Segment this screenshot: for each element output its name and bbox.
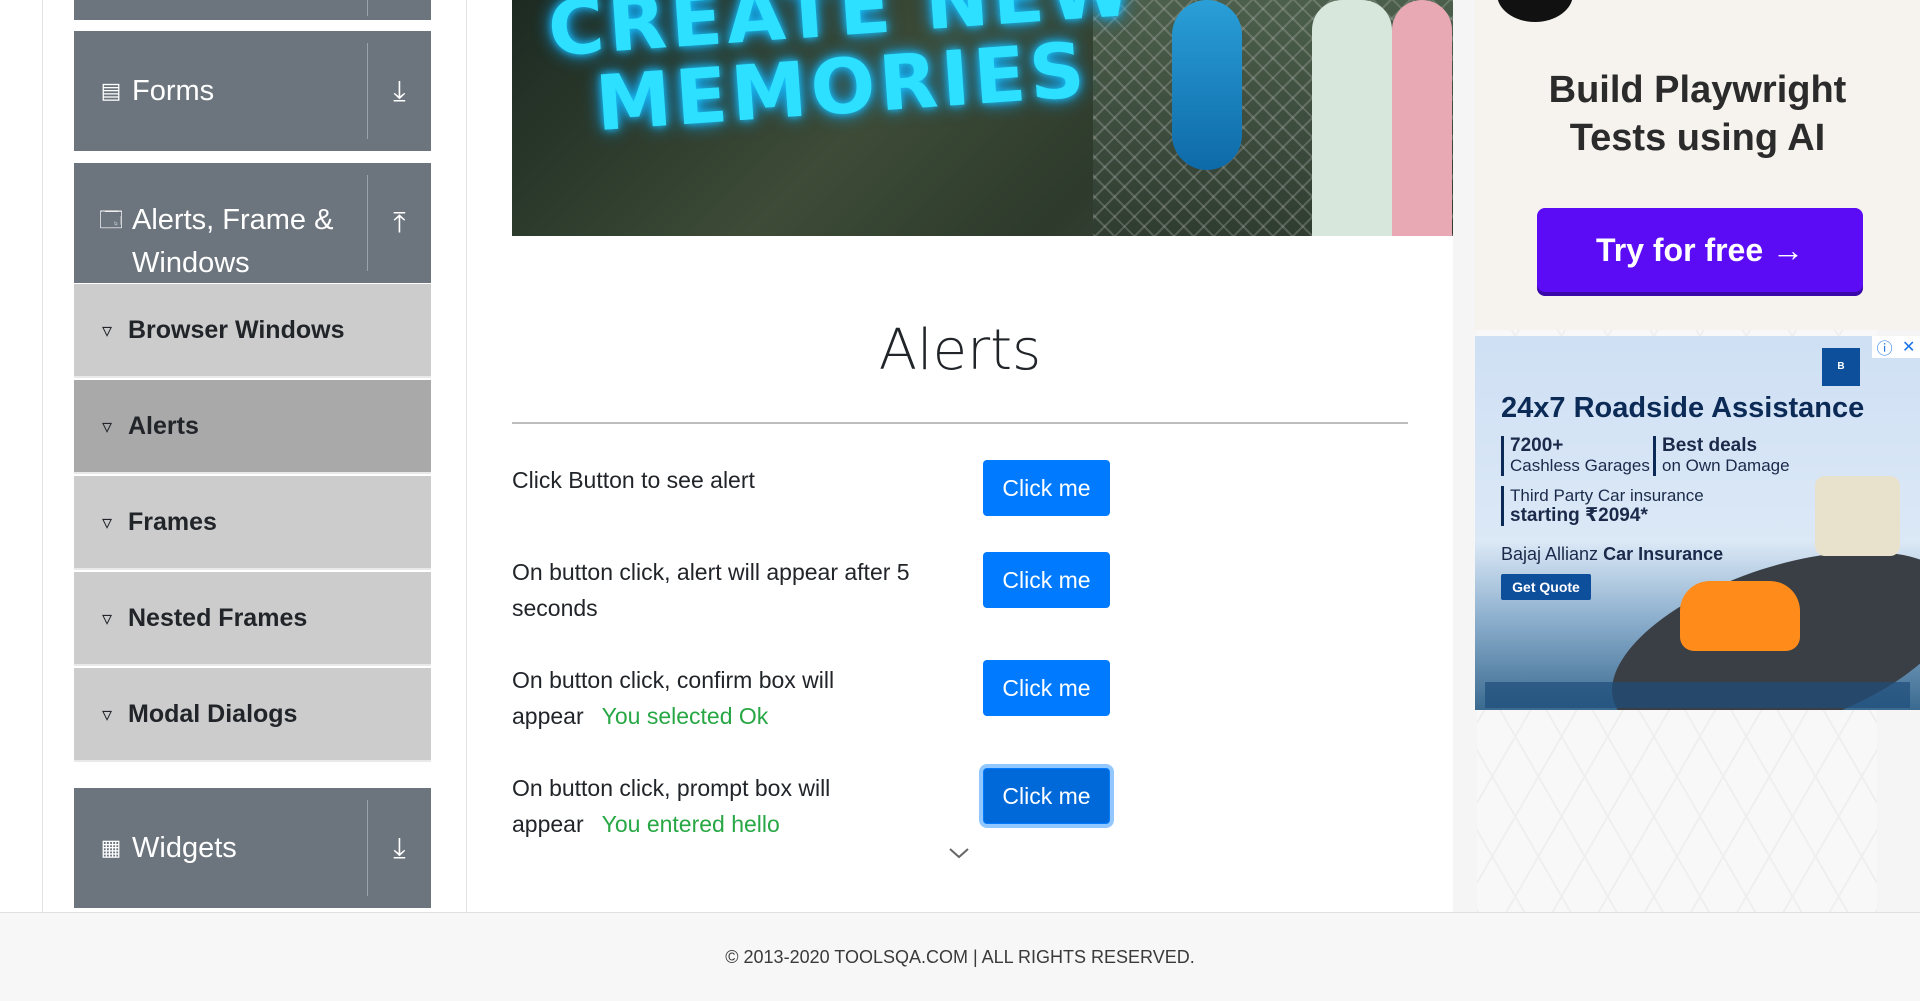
sidebar-group-previous[interactable] (74, 0, 431, 20)
title-divider (512, 422, 1408, 424)
html5-icon: ▿ (101, 607, 113, 630)
ad-stat-value: 7200+ (1510, 435, 1564, 456)
ad-close-icon[interactable]: ✕ (1902, 337, 1915, 357)
chevron-down-icon[interactable] (946, 840, 972, 866)
confirm-row-text: On button click, confirm box will appear… (512, 662, 942, 734)
sidebar-right-border (466, 0, 467, 912)
promo-banner-image[interactable]: CREATE NEW MEMORIES (512, 0, 1453, 236)
form-icon: ▤ (100, 78, 122, 103)
ad-get-quote-button[interactable]: Get Quote (1501, 574, 1591, 600)
timer-alert-row-label: On button click, alert will appear after… (512, 559, 910, 621)
sidebar-item-label: Browser Windows (128, 315, 345, 344)
sidebar-item-frames[interactable]: ▿ Frames (74, 476, 431, 570)
ad-logo-icon (1497, 0, 1573, 22)
ad-stat-third-party: Third Party Car insurance starting ₹2094… (1501, 486, 1704, 526)
sidebar-item-alerts[interactable]: ▿ Alerts (74, 380, 431, 474)
prompt-row-text: On button click, prompt box will appear Y… (512, 770, 942, 842)
prompt-result: You entered hello (601, 811, 780, 837)
banner-neon-text: CREATE NEW MEMORIES (542, 0, 1142, 148)
timer-alert-row-text: On button click, alert will appear after… (512, 554, 942, 626)
ad-truck-graphic (1815, 476, 1900, 556)
ad-bajaj-allianz[interactable]: ⓘ ✕ B 24x7 Roadside Assistance 7200+ Cas… (1475, 336, 1920, 710)
sidebar-group-alerts-frame-windows[interactable]: 🗔 Alerts, Frame & Windows ⤒ (74, 163, 431, 283)
window-icon: 🗔 (99, 207, 123, 232)
alert-row-label: Click Button to see alert (512, 467, 755, 493)
sidebar-left-border (42, 0, 43, 912)
sidebar-item-label: Frames (128, 507, 217, 536)
alert-button[interactable]: Click me (983, 460, 1110, 516)
ad-choices-controls[interactable]: ⓘ ✕ (1872, 336, 1920, 358)
timer-alert-button[interactable]: Click me (983, 552, 1110, 608)
ad-brand-suffix: Car Insurance (1603, 544, 1724, 564)
widgets-icon: ▦ (100, 835, 122, 860)
banner-person (1312, 0, 1392, 236)
ad-stat-deals: Best deals on Own Damage (1653, 436, 1790, 476)
alert-row-text: Click Button to see alert (512, 462, 942, 498)
ad-fine-print (1485, 682, 1910, 708)
footer-copyright: © 2013-2020 TOOLSQA.COM | ALL RIGHTS RES… (725, 946, 1195, 967)
sidebar-item-modal-dialogs[interactable]: ▿ Modal Dialogs (74, 668, 431, 762)
sidebar-group-widgets[interactable]: ▦ Widgets ⤓ (74, 788, 431, 908)
ad-zerostep[interactable]: Build Playwright Tests using AI Try for … (1475, 0, 1920, 330)
ad-stat-value: starting ₹2094* (1510, 505, 1648, 526)
prompt-button[interactable]: Click me (983, 768, 1110, 824)
upload-arrow-icon[interactable]: ⤒ (368, 163, 431, 283)
ad-stat-label: Cashless Garages (1510, 456, 1650, 475)
ad-try-free-button[interactable]: Try for free → (1537, 208, 1863, 292)
ad-stat-label: Third Party Car insurance (1510, 486, 1704, 505)
ad-stat-garages: 7200+ Cashless Garages (1501, 436, 1650, 476)
html5-icon: ▿ (101, 415, 113, 438)
confirm-result: You selected Ok (601, 703, 769, 729)
sidebar-item-label: Alerts (128, 411, 199, 440)
ad-headline-line-2: Tests using AI (1569, 117, 1826, 159)
ad-headline: Build Playwright Tests using AI (1475, 66, 1920, 162)
html5-icon: ▿ (101, 319, 113, 342)
download-arrow-icon[interactable]: ⤓ (368, 31, 431, 151)
sidebar-group-forms[interactable]: ▤ Forms ⤓ (74, 31, 431, 151)
ad-headline-line-1: Build Playwright (1548, 69, 1847, 111)
ad-stat-label: on Own Damage (1662, 456, 1790, 475)
download-arrow-icon[interactable]: ⤓ (368, 788, 431, 908)
ad-stat-value: Best deals (1662, 435, 1758, 456)
page-title: Alerts (878, 318, 1042, 383)
banner-person (1392, 0, 1452, 236)
banner-parrot (1172, 0, 1242, 170)
sidebar-item-nested-frames[interactable]: ▿ Nested Frames (74, 572, 431, 666)
ad-info-icon[interactable]: ⓘ (1877, 336, 1893, 359)
html5-icon: ▿ (101, 703, 113, 726)
confirm-button[interactable]: Click me (983, 660, 1110, 716)
sidebar-item-label: Nested Frames (128, 603, 308, 632)
sidebar-item-browser-windows[interactable]: ▿ Browser Windows (74, 284, 431, 378)
sidebar-item-label: Modal Dialogs (128, 699, 298, 728)
ad-car-graphic (1680, 581, 1800, 651)
group-divider (367, 0, 368, 16)
ad-brand-logo: B (1822, 348, 1860, 386)
ad-brand-prefix: Bajaj Allianz (1501, 544, 1599, 564)
footer: © 2013-2020 TOOLSQA.COM | ALL RIGHTS RES… (0, 912, 1920, 1001)
html5-icon: ▿ (101, 511, 113, 534)
ad-brand-line: Bajaj Allianz Car Insurance (1501, 544, 1723, 565)
ad-headline: 24x7 Roadside Assistance (1501, 392, 1865, 424)
